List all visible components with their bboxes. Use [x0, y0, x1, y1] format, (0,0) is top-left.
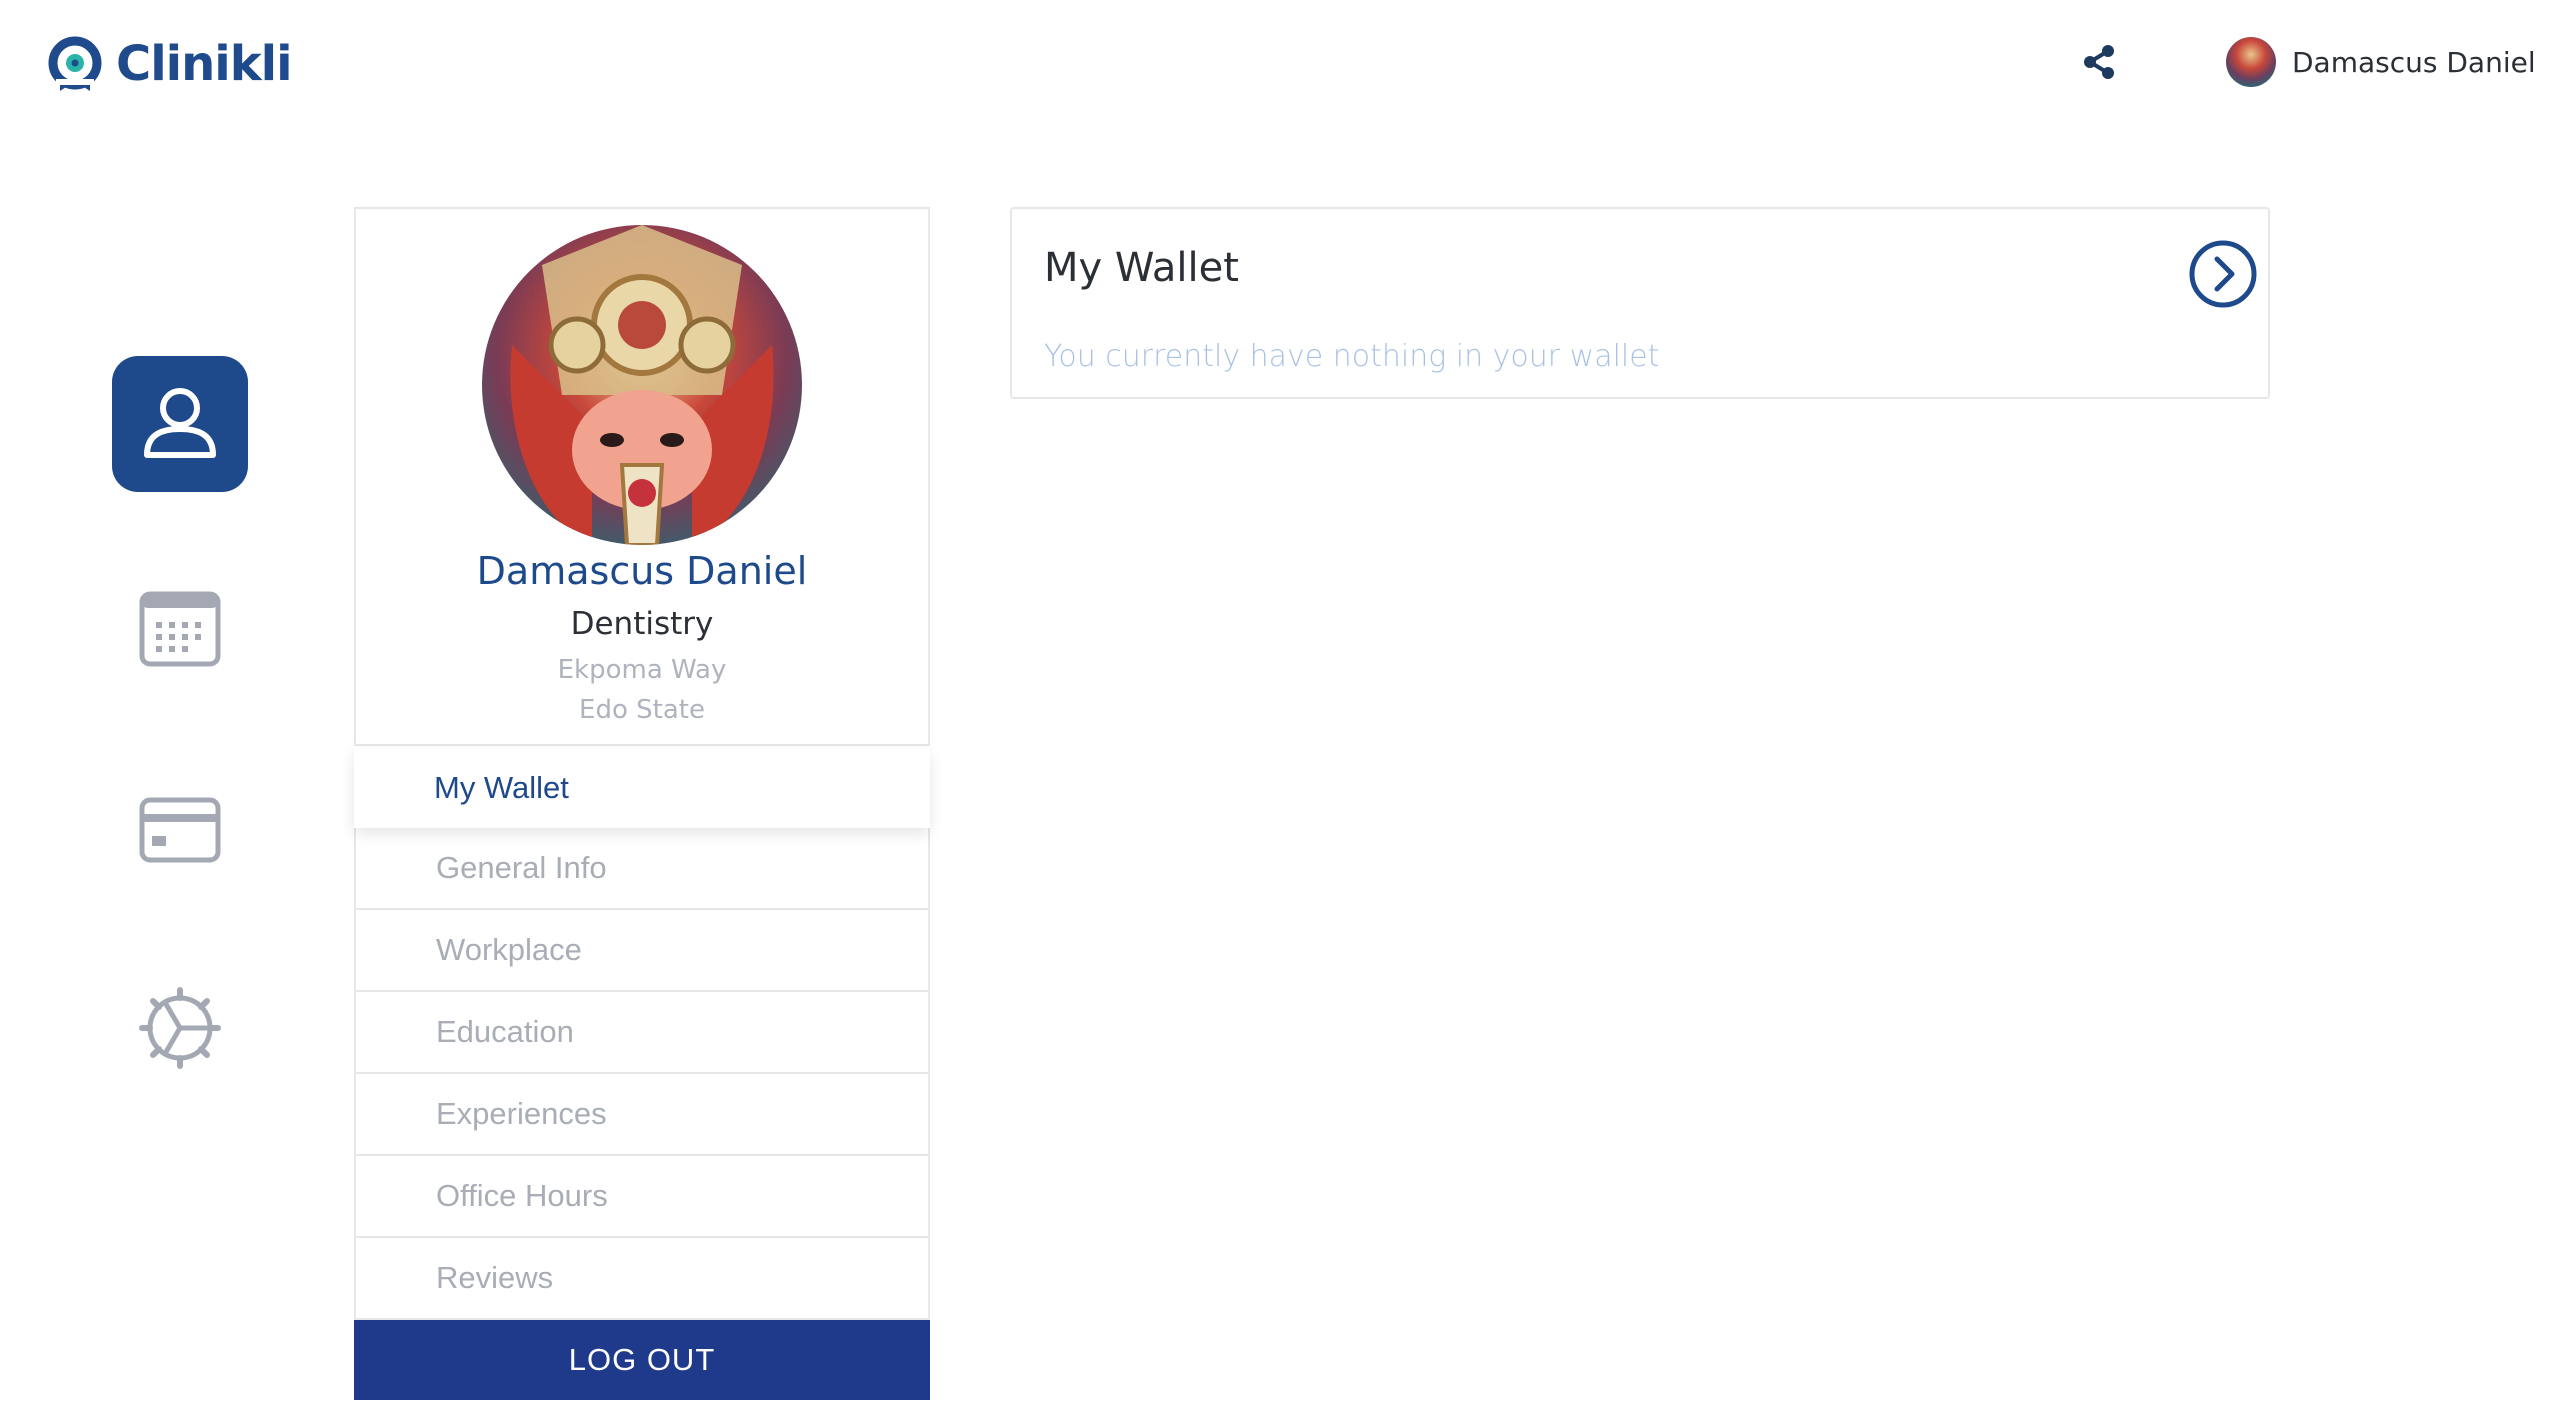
user-menu[interactable]: Damascus Daniel [2226, 36, 2536, 88]
menu-item-workplace[interactable]: Workplace [354, 910, 930, 992]
share-button[interactable] [2080, 42, 2118, 82]
profile-address-line1: Ekpoma Way [557, 655, 727, 685]
menu-item-my-wallet[interactable]: My Wallet [354, 748, 930, 828]
gear-icon [139, 987, 221, 1069]
brand-name: Clinikli [116, 36, 293, 92]
user-icon [144, 388, 216, 458]
top-bar: Clinikli Damascus Daniel [0, 0, 2559, 130]
share-icon [2084, 45, 2114, 79]
rail-item-settings[interactable] [112, 960, 248, 1096]
wallet-card: My Wallet You currently have nothing in … [1010, 207, 2270, 399]
profile-card: Damascus Daniel Dentistry Ekpoma Way Edo… [354, 207, 930, 746]
menu-item-education[interactable]: Education [354, 992, 930, 1074]
wallet-title: My Wallet [1044, 245, 1239, 291]
wallet-open-button[interactable] [2188, 239, 2258, 309]
menu-item-general-info[interactable]: General Info [354, 828, 930, 910]
profile-photo-image [482, 225, 802, 545]
clinikli-logo-icon [48, 36, 102, 91]
avatar [2226, 37, 2276, 87]
profile-menu: My Wallet General Info Workplace Educati… [354, 748, 930, 1320]
menu-item-experiences[interactable]: Experiences [354, 1074, 930, 1156]
menu-item-reviews[interactable]: Reviews [354, 1238, 930, 1320]
card-icon [139, 797, 221, 863]
wallet-empty-message: You currently have nothing in your walle… [1044, 339, 1660, 374]
profile-specialty: Dentistry [570, 606, 714, 642]
brand-logo[interactable]: Clinikli [46, 34, 293, 94]
rail-item-payments[interactable] [112, 762, 248, 898]
profile-photo [482, 225, 802, 545]
rail-item-calendar[interactable] [112, 560, 248, 696]
calendar-icon [139, 591, 221, 667]
profile-address-line2: Edo State [579, 695, 705, 725]
chevron-right-circle-icon [2189, 240, 2257, 308]
logout-button[interactable]: LOG OUT [354, 1320, 930, 1400]
menu-item-office-hours[interactable]: Office Hours [354, 1156, 930, 1238]
header-user-name: Damascus Daniel [2292, 45, 2536, 79]
rail-item-profile[interactable] [112, 356, 248, 492]
profile-name: Damascus Daniel [476, 549, 808, 593]
